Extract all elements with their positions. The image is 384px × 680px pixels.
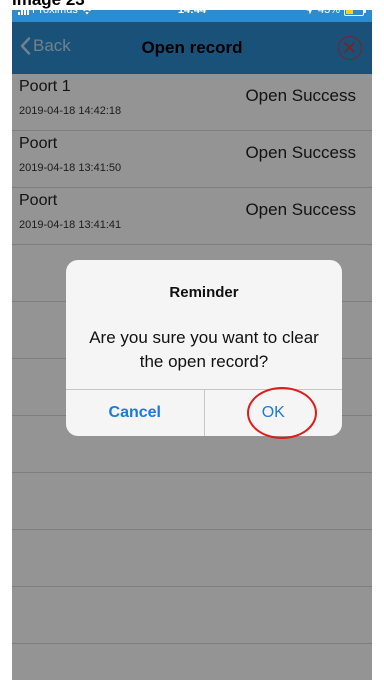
cancel-button[interactable]: Cancel bbox=[66, 390, 205, 436]
dialog-title: Reminder bbox=[169, 284, 239, 301]
ok-highlight-circle bbox=[247, 387, 317, 439]
caption-text: Image 23 bbox=[12, 0, 85, 10]
dialog-message: Are you sure you want to clear the open … bbox=[89, 328, 319, 371]
image-caption: Image 23 bbox=[0, 0, 384, 10]
phone-screen: Proximus 14:44 43% Back Open record Poor… bbox=[12, 0, 372, 680]
